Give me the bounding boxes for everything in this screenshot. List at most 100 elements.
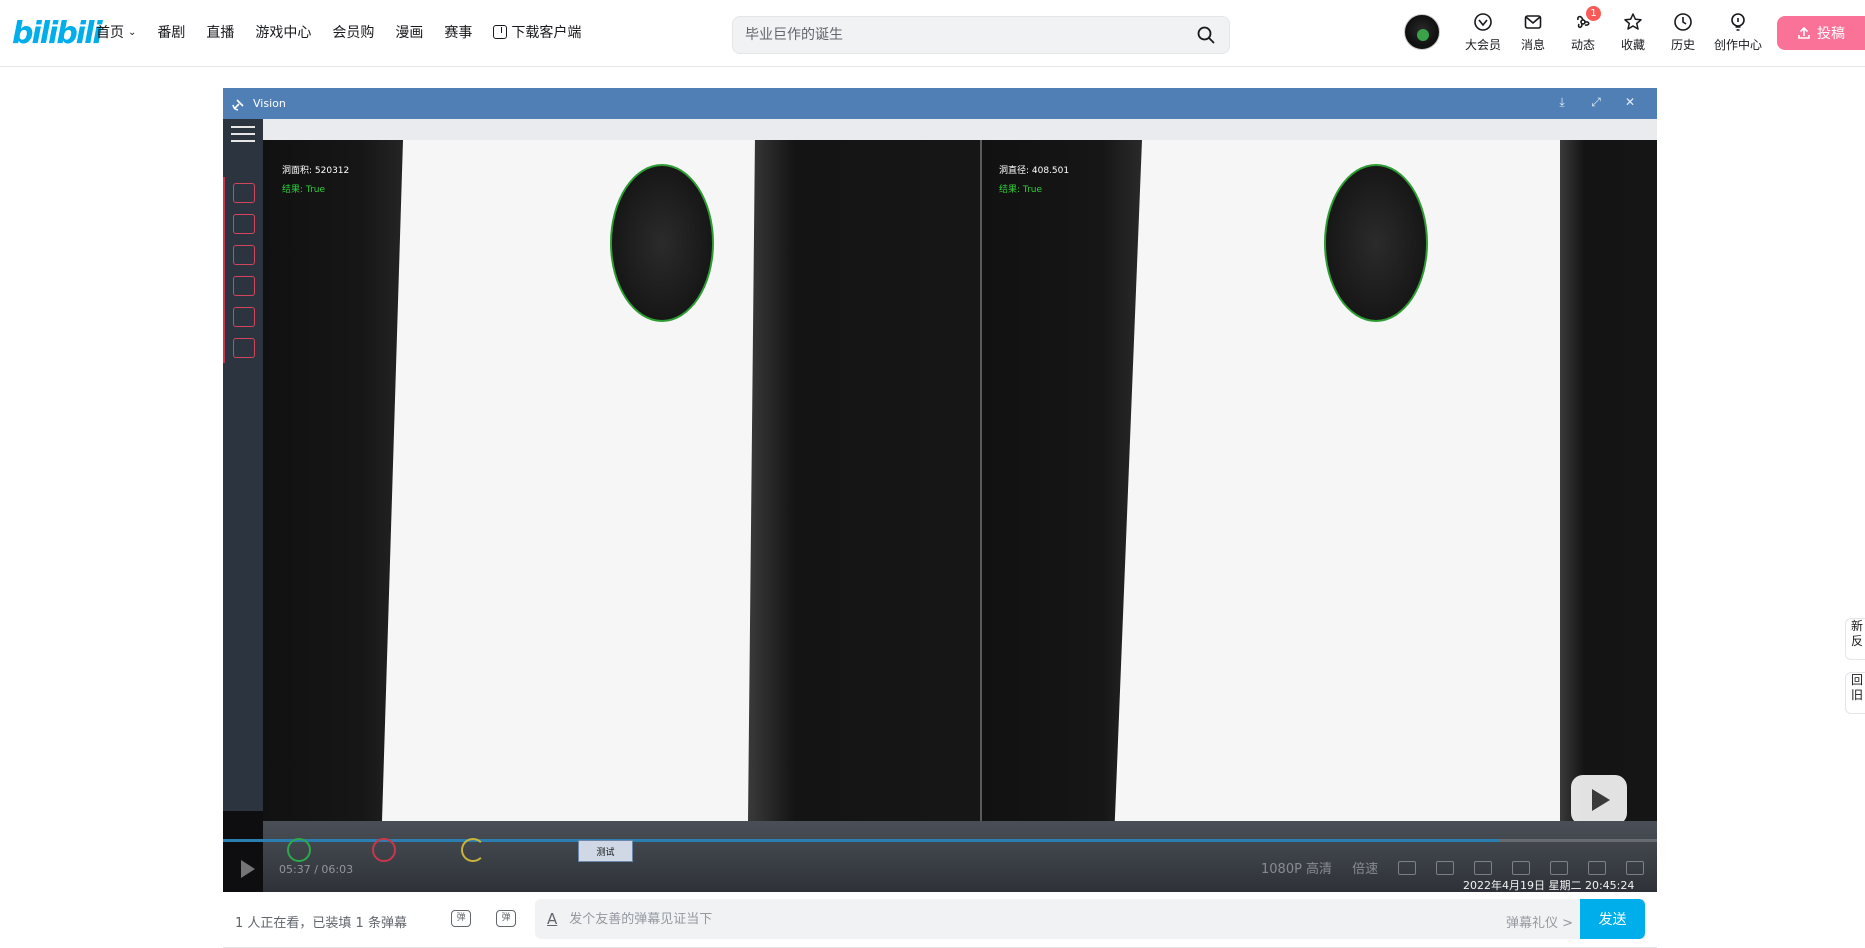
search-box [732,16,1230,54]
hole-area-readout: 洞面积: 520312 [282,166,350,176]
nav-history-label: 历史 [1670,38,1695,52]
settings-icon[interactable] [1474,860,1493,875]
nav-anime-label: 番剧 [157,25,186,41]
nav-messages[interactable]: 消息 [1508,12,1558,53]
vip-icon [1474,13,1492,31]
new-feedback-tab[interactable]: 新反 [1845,618,1865,660]
time-current: 05:37 [279,863,311,876]
nav-live-label: 直播 [206,25,235,41]
chevron-down-icon: ⌄ [128,26,137,38]
download-icon [493,25,508,39]
nav-favorites-label: 收藏 [1620,38,1645,52]
widescreen-icon[interactable] [1550,860,1569,875]
nav-dynamics[interactable]: 1 动态 [1558,6,1608,53]
nav-game-center[interactable]: 游戏中心 [255,22,311,42]
power-icon[interactable] [372,838,396,862]
mail-icon [1524,15,1542,29]
web-fullscreen-icon[interactable] [1588,860,1607,875]
nav-creator-center-label: 创作中心 [1713,38,1762,52]
nav-manga[interactable]: 漫画 [395,22,423,42]
vision-app-title: Vision [253,97,286,110]
play-icon[interactable] [241,860,255,878]
star-icon [1624,13,1642,30]
result-readout-right: 结果: True [999,185,1043,195]
window-controls: ⤓ ⤢ ✕ [1555,95,1637,109]
vision-app-sidebar [223,119,263,811]
nav-esports[interactable]: 赛事 [444,22,472,42]
volume-icon[interactable] [1436,860,1455,875]
team-icon[interactable] [223,208,263,239]
lightbulb-icon [1731,13,1745,31]
time-separator: / [314,863,318,876]
vision-side-icons [223,177,263,363]
close-icon[interactable]: ✕ [1623,95,1637,109]
nav-download-label: 下载客户端 [511,25,582,41]
nav-download-client[interactable]: 下载客户端 [493,22,581,42]
fullscreen-icon[interactable] [1626,860,1645,875]
antenna-icon[interactable] [223,301,263,332]
danmaku-settings-icon[interactable]: 弹 [494,907,518,929]
quality-selector[interactable]: 1080P 高清 [1261,858,1332,877]
nav-creator-center[interactable]: 创作中心 [1708,12,1768,53]
send-button[interactable]: 发送 [1580,899,1645,939]
download-icon[interactable]: ⤓ [1555,95,1569,109]
nav-game-center-label: 游戏中心 [255,25,312,41]
refresh-icon[interactable] [461,838,485,862]
time-display: 05:37 / 06:03 [279,863,353,876]
camera-view-right: 洞直径: 408.501 结果: True [982,140,1657,821]
nav-big-vip[interactable]: 大会员 [1458,12,1508,53]
time-total: 06:03 [321,863,354,876]
test-button[interactable]: 测试 [578,840,633,862]
upload-label: 投稿 [1817,26,1845,42]
text-style-icon[interactable]: A [547,910,557,928]
nav-dynamics-label: 动态 [1570,38,1595,52]
nav-home[interactable]: 首页 ⌄ [96,22,136,42]
measurement-overlay-right: 洞直径: 408.501 结果: True [999,162,1069,200]
danmaku-toggle-icon[interactable] [1398,860,1417,875]
vision-toolbar-strip [263,119,1657,140]
bilibili-logo[interactable]: bilibili [12,16,103,51]
danmaku-etiquette-link[interactable]: 弹幕礼仪 > [1506,912,1573,931]
search-input[interactable] [745,27,1195,43]
hamburger-menu-icon[interactable] [231,126,255,144]
nav-messages-label: 消息 [1520,38,1545,52]
maximize-icon[interactable]: ⤢ [1589,95,1603,109]
speed-selector[interactable]: 倍速 [1352,858,1378,877]
progress-bar[interactable] [223,839,1657,842]
video-player[interactable]: Vision ⤓ ⤢ ✕ 洞面积: 520312 结果: True 洞直径: 4… [223,88,1657,892]
nav-esports-label: 赛事 [444,25,473,41]
dark-band [1560,140,1657,821]
nav-anime[interactable]: 番剧 [157,22,185,42]
danmaku-input[interactable] [569,911,1645,927]
measurement-overlay-left: 洞面积: 520312 结果: True [282,162,349,200]
vision-app-titlebar: Vision ⤓ ⤢ ✕ [223,88,1657,119]
user-icon[interactable] [223,332,263,363]
pip-icon[interactable] [1512,860,1531,875]
pause-circle-icon[interactable] [287,838,311,862]
upload-button[interactable]: 投稿 [1777,16,1865,50]
nav-history[interactable]: 历史 [1658,12,1708,53]
hole-diameter-readout: 洞直径: 408.501 [999,166,1070,176]
viewer-count: 1 人正在看，已装填 1 条弹幕 [235,916,407,931]
back-to-old-tab[interactable]: 回旧 [1845,672,1865,714]
chart-icon[interactable] [223,177,263,208]
wallet-icon[interactable] [223,239,263,270]
detected-hole [610,164,714,322]
main-nav: 首页 ⌄ 番剧 直播 游戏中心 会员购 漫画 赛事 下载客户端 [96,22,602,42]
dark-band [982,140,1142,821]
danmaku-bar: 1 人正在看，已装填 1 条弹幕 弹 弹 A 弹幕礼仪 > 发送 [223,892,1657,948]
search-button[interactable] [1195,24,1217,46]
result-readout-left: 结果: True [282,185,326,195]
search-icon [1197,26,1215,44]
nav-vip-shop-label: 会员购 [332,25,375,41]
edit-icon[interactable] [223,270,263,301]
danmaku-on-icon[interactable]: 弹 [449,907,473,929]
nav-vip-shop[interactable]: 会员购 [332,22,374,42]
danmaku-input-box: A [535,899,1645,939]
camera-view-left: 洞面积: 520312 结果: True [263,140,980,821]
nav-favorites[interactable]: 收藏 [1608,12,1658,53]
nav-live[interactable]: 直播 [206,22,234,42]
avatar[interactable] [1404,14,1440,50]
top-header: bilibili 首页 ⌄ 番剧 直播 游戏中心 会员购 漫画 赛事 下载客户端… [0,0,1865,67]
nav-big-vip-label: 大会员 [1464,38,1501,52]
